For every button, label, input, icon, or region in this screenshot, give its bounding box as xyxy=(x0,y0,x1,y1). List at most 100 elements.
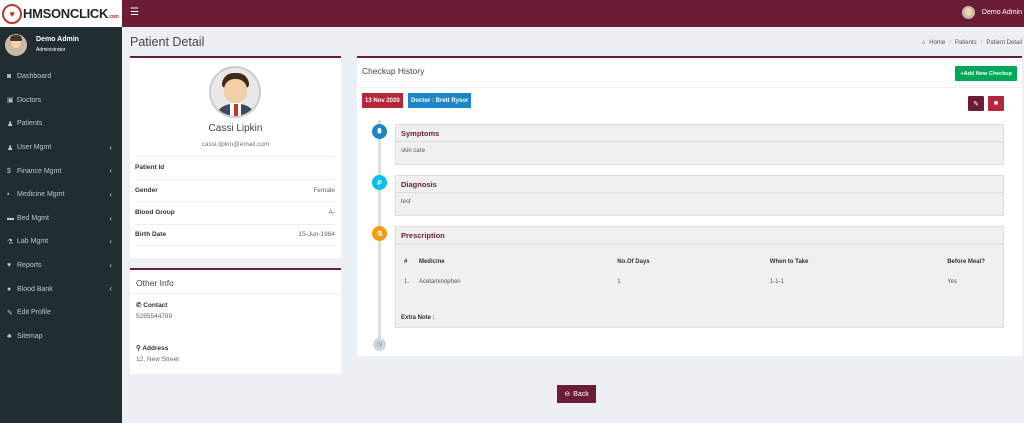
sidebar-item-label: Patients xyxy=(17,120,43,128)
add-checkup-button[interactable]: + Add New Checkup xyxy=(955,66,1017,81)
extra-note-label: Extra Note : xyxy=(401,315,435,321)
address-info: ⚲ Address 12, New Street xyxy=(136,344,179,363)
symptoms-title: Symptoms xyxy=(396,125,1003,142)
checkup-history-card: Checkup History + Add New Checkup 13 Nov … xyxy=(357,56,1022,356)
prescription-title: Prescription xyxy=(396,227,1003,244)
logo-text: HMSONCLICK xyxy=(23,6,109,21)
blood-icon: ● xyxy=(7,285,12,293)
edit-icon: ✎ xyxy=(7,309,13,317)
stethoscope-icon: ᑭ xyxy=(372,175,387,190)
heart-icon: ♥ xyxy=(2,3,22,24)
prescription-table: # Medicine No.Of Days When to Take Befor… xyxy=(396,252,1003,292)
sidebar-item-lab-mgmt[interactable]: ⚗ Lab Mgmt ‹ xyxy=(0,230,122,254)
chevron-left-icon: ‹ xyxy=(109,189,112,199)
contact-label: Contact xyxy=(143,302,168,309)
sidebar-item-medicine-mgmt[interactable]: ▪ Medicine Mgmt ‹ xyxy=(0,183,122,207)
sidebar-item-dashboard[interactable]: ◙ Dashboard xyxy=(0,65,122,89)
sidebar-item-label: Medicine Mgmt xyxy=(17,191,65,199)
sidebar-user-name: Demo Admin xyxy=(36,36,79,43)
logo[interactable]: ♥ HMSONCLICK.com xyxy=(0,0,122,27)
detail-value: Female xyxy=(313,186,335,194)
detail-row: Patient Id xyxy=(135,156,335,179)
breadcrumb: ⌂ Home / Patients / Patient Detail xyxy=(921,40,1022,46)
address-label: Address xyxy=(142,345,169,352)
symptoms-text: skin care xyxy=(401,148,426,154)
table-row: 1. Acetaminophen 1 1-1-1 Yes xyxy=(396,272,1003,292)
diagnosis-card: Diagnosis test xyxy=(395,175,1004,216)
topbar: ☰ Demo Admin xyxy=(122,0,1024,27)
table-cell: Yes xyxy=(947,279,957,285)
chevron-left-icon: ‹ xyxy=(109,284,112,294)
phone-icon: ✆ xyxy=(136,302,142,309)
diagnosis-text: test xyxy=(401,199,411,205)
sidebar-item-label: Edit Profile xyxy=(17,309,51,317)
map-marker-icon: ⚲ xyxy=(136,345,141,352)
dashboard-icon: ◙ xyxy=(7,73,12,81)
dollar-icon: $ xyxy=(7,167,11,175)
top-user-name: Demo Admin xyxy=(981,9,1022,16)
symptoms-card: Symptoms skin care xyxy=(395,124,1004,165)
table-cell: 1 xyxy=(617,279,621,285)
chevron-left-icon: ‹ xyxy=(109,260,112,270)
contact-value: 5285544789 xyxy=(136,313,173,320)
breadcrumb-current: Patient Detail xyxy=(986,40,1022,46)
prescription-card: Prescription # Medicine No.Of Days When … xyxy=(395,226,1004,328)
column-header: No.Of Days xyxy=(617,259,650,265)
detail-label: Patient Id xyxy=(135,164,165,172)
sidebar-item-reports[interactable]: ♥ Reports ‹ xyxy=(0,254,122,278)
edit-checkup-button[interactable]: ✎ xyxy=(968,96,984,111)
medkit-icon: ▪ xyxy=(7,191,10,199)
doctors-icon: ▣ xyxy=(7,97,14,105)
sitemap-icon: ♣ xyxy=(7,332,12,340)
checkup-date-badge: 13 Nov 2020 xyxy=(362,93,403,108)
sidebar-item-patients[interactable]: ♟ Patients xyxy=(0,112,122,136)
back-button[interactable]: ⊖ Back xyxy=(557,385,596,403)
top-user-menu[interactable]: Demo Admin xyxy=(961,6,1022,19)
sidebar-item-edit-profile[interactable]: ✎ Edit Profile xyxy=(0,301,122,325)
thermometer-icon: ⬮ xyxy=(372,124,387,139)
detail-row: Gender Female xyxy=(135,178,335,202)
chevron-left-icon: ‹ xyxy=(109,237,112,247)
avatar xyxy=(961,6,975,19)
breadcrumb-home[interactable]: Home xyxy=(929,40,945,46)
column-header: When to Take xyxy=(769,259,809,265)
sidebar-item-label: User Mgmt xyxy=(17,144,52,152)
trash-icon: ■ xyxy=(993,100,999,107)
delete-checkup-button[interactable]: ■ xyxy=(988,96,1004,111)
patient-avatar xyxy=(209,66,261,118)
sidebar-item-label: Reports xyxy=(17,262,42,270)
clock-icon: ◷ xyxy=(373,338,386,351)
detail-value: A- xyxy=(328,209,336,217)
doctor-badge: Doctor : Brett Rysor xyxy=(408,93,472,108)
contact-info: ✆ Contact 5285544789 xyxy=(136,301,172,320)
hamburger-menu-icon[interactable]: ☰ xyxy=(130,7,139,18)
breadcrumb-patients[interactable]: Patients xyxy=(955,40,977,46)
patient-email: cassi.lipkin@email.com xyxy=(201,141,270,148)
sidebar-item-label: Sitemap xyxy=(17,332,43,340)
sidebar-item-bed-mgmt[interactable]: ▬ Bed Mgmt ‹ xyxy=(0,207,122,231)
bed-icon: ▬ xyxy=(7,214,14,222)
sidebar-item-user-mgmt[interactable]: ♟ User Mgmt ‹ xyxy=(0,136,122,160)
sidebar-item-sitemap[interactable]: ♣ Sitemap xyxy=(0,325,122,349)
logo-domain: .com xyxy=(108,14,119,20)
sidebar-user-role: Administrator xyxy=(36,47,66,53)
detail-value: 15-Jun-1984 xyxy=(298,231,336,239)
page-title: Patient Detail xyxy=(130,35,205,49)
sidebar-item-blood-bank[interactable]: ● Blood Bank ‹ xyxy=(0,277,122,301)
sidebar-item-doctors[interactable]: ▣ Doctors xyxy=(0,89,122,113)
patients-icon: ♟ xyxy=(7,120,14,128)
patient-name: Cassi Lipkin xyxy=(208,123,263,134)
other-info-title: Other Info xyxy=(136,278,174,288)
user-panel: Demo Admin Administrator xyxy=(0,27,122,62)
other-info-card: Other Info ✆ Contact 5285544789 ⚲ Addres… xyxy=(130,268,341,374)
table-header: # Medicine No.Of Days When to Take Befor… xyxy=(396,252,1003,272)
table-cell: 1. xyxy=(404,279,410,285)
detail-label: Blood Group xyxy=(135,209,175,217)
sidebar-item-finance-mgmt[interactable]: $ Finance Mgmt ‹ xyxy=(0,159,122,183)
chevron-left-icon: ‹ xyxy=(109,166,112,176)
patient-profile-card: Cassi Lipkin cassi.lipkin@email.com Pati… xyxy=(130,56,341,258)
detail-row: Blood Group A- xyxy=(135,201,335,224)
sidebar-item-label: Dashboard xyxy=(17,73,52,81)
flask-icon: ⚗ xyxy=(372,226,387,241)
patient-details-list: Patient Id Gender Female Blood Group A- Bi… xyxy=(135,156,335,246)
